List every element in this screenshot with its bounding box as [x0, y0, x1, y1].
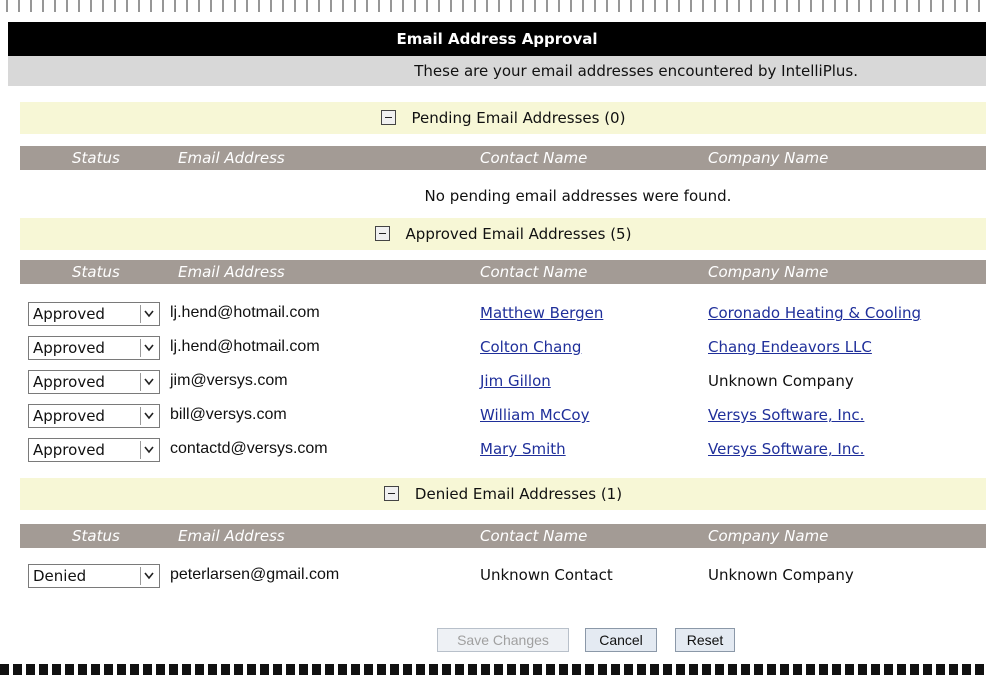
pending-heading: Pending Email Addresses (0) [411, 109, 626, 127]
collapse-icon[interactable] [380, 110, 396, 125]
cancel-button[interactable]: Cancel [585, 628, 657, 652]
column-company: Company Name [708, 149, 829, 167]
column-company: Company Name [708, 263, 829, 281]
subtitle-text: These are your email addresses encounter… [414, 62, 858, 80]
chevron-down-icon[interactable] [140, 407, 157, 425]
chevron-down-icon[interactable] [140, 339, 157, 357]
contact-name: Unknown Contact [480, 566, 613, 584]
column-status: Status [72, 263, 120, 281]
status-value: Approved [33, 441, 105, 459]
chevron-down-icon[interactable] [140, 373, 157, 391]
denied-heading: Denied Email Addresses (1) [414, 485, 623, 503]
column-contact: Contact Name [480, 263, 588, 281]
pending-section-header: Pending Email Addresses (0) [20, 102, 986, 134]
status-value: Approved [33, 407, 105, 425]
column-status: Status [72, 149, 120, 167]
status-select[interactable]: Denied [28, 564, 160, 588]
chevron-down-icon[interactable] [140, 441, 157, 459]
status-value: Approved [33, 339, 105, 357]
email-address: contactd@versys.com [170, 440, 328, 457]
table-row: Approved lj.hend@hotmail.com Matthew Ber… [20, 300, 986, 330]
table-row: Approved contactd@versys.com Mary Smith … [20, 436, 986, 466]
column-email: Email Address [178, 263, 285, 281]
column-email: Email Address [178, 527, 285, 545]
company-link[interactable]: Chang Endeavors LLC [708, 334, 872, 360]
company-link[interactable]: Coronado Heating & Cooling [708, 300, 921, 326]
reset-button[interactable]: Reset [675, 628, 735, 652]
column-contact: Contact Name [480, 527, 588, 545]
contact-link[interactable]: Jim Gillon [480, 368, 551, 394]
company-name: Unknown Company [708, 566, 854, 584]
pending-empty-message: No pending email addresses were found. [424, 187, 732, 205]
pending-column-header: Status Email Address Contact Name Compan… [20, 146, 986, 170]
status-value: Approved [33, 305, 105, 323]
company-link[interactable]: Versys Software, Inc. [708, 436, 864, 462]
approved-heading: Approved Email Addresses (5) [405, 225, 632, 243]
status-value: Denied [33, 567, 87, 585]
status-select[interactable]: Approved [28, 404, 160, 428]
status-select[interactable]: Approved [28, 336, 160, 360]
status-select[interactable]: Approved [28, 302, 160, 326]
email-address: lj.hend@hotmail.com [170, 304, 320, 321]
column-company: Company Name [708, 527, 829, 545]
torn-bottom-edge [0, 664, 986, 675]
email-address: peterlarsen@gmail.com [170, 566, 340, 583]
company-name: Unknown Company [708, 372, 854, 390]
table-row: Approved jim@versys.com Jim Gillon Unkno… [20, 368, 986, 398]
approved-section-header: Approved Email Addresses (5) [20, 218, 986, 250]
page-title: Email Address Approval [8, 22, 986, 56]
contact-link[interactable]: Matthew Bergen [480, 300, 603, 326]
table-row: Denied peterlarsen@gmail.com Unknown Con… [20, 562, 986, 592]
torn-top-edge [0, 0, 986, 12]
company-link[interactable]: Versys Software, Inc. [708, 402, 864, 428]
denied-column-header: Status Email Address Contact Name Compan… [20, 524, 986, 548]
contact-link[interactable]: William McCoy [480, 402, 589, 428]
contact-link[interactable]: Mary Smith [480, 436, 566, 462]
denied-section-header: Denied Email Addresses (1) [20, 478, 986, 510]
status-select[interactable]: Approved [28, 370, 160, 394]
approved-column-header: Status Email Address Contact Name Compan… [20, 260, 986, 284]
email-address: bill@versys.com [170, 406, 287, 423]
save-changes-button[interactable]: Save Changes [437, 628, 569, 652]
status-select[interactable]: Approved [28, 438, 160, 462]
email-address: jim@versys.com [170, 372, 288, 389]
table-row: Approved bill@versys.com William McCoy V… [20, 402, 986, 432]
contact-link[interactable]: Colton Chang [480, 334, 581, 360]
collapse-icon[interactable] [383, 486, 399, 501]
chevron-down-icon[interactable] [140, 305, 157, 323]
email-address: lj.hend@hotmail.com [170, 338, 320, 355]
column-status: Status [72, 527, 120, 545]
chevron-down-icon[interactable] [140, 567, 157, 585]
collapse-icon[interactable] [374, 226, 390, 241]
column-email: Email Address [178, 149, 285, 167]
column-contact: Contact Name [480, 149, 588, 167]
status-value: Approved [33, 373, 105, 391]
table-row: Approved lj.hend@hotmail.com Colton Chan… [20, 334, 986, 364]
page-subtitle: These are your email addresses encounter… [8, 56, 986, 86]
